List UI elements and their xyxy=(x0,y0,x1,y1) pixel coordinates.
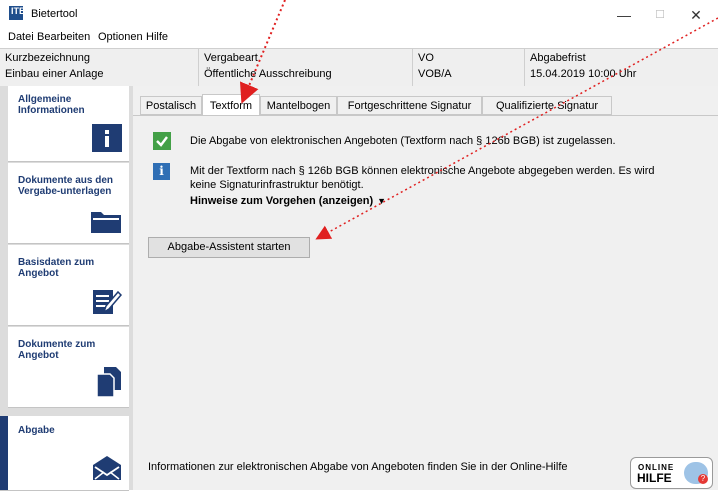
textform-allowed-message: Die Abgabe von elektronischen Angeboten … xyxy=(190,135,616,147)
info-vergabeart: Vergabeart Öffentliche Ausschreibung xyxy=(198,49,413,86)
tender-info-bar: Kurzbezeichnung Einbau einer Anlage Verg… xyxy=(0,48,718,87)
sidebar-item-label: Dokumente zum Angebot xyxy=(18,339,96,361)
maximize-button[interactable]: ☐ xyxy=(642,5,678,25)
documents-icon xyxy=(96,366,122,401)
help-badge: ? xyxy=(698,474,708,484)
close-button[interactable]: ✕ xyxy=(678,5,714,25)
abgabefrist-label: Abgabefrist xyxy=(530,52,586,64)
sidebar-item-label: Dokumente aus den Vergabe-unterlagen xyxy=(18,175,114,197)
sidebar-item-abgabe[interactable]: Abgabe xyxy=(0,416,129,491)
online-help-info: Informationen zur elektronischen Abgabe … xyxy=(148,461,568,473)
info-icon xyxy=(92,124,122,155)
hinweise-toggle[interactable]: Hinweise zum Vorgehen (anzeigen) ▼ xyxy=(190,195,386,207)
minimize-button[interactable]: — xyxy=(606,5,642,25)
menu-bearbeiten[interactable]: Bearbeiten xyxy=(37,31,90,43)
window-title: Bietertool xyxy=(31,8,78,20)
sidebar-item-dokumente-angebot[interactable]: Dokumente zum Angebot xyxy=(8,327,129,408)
hinweise-label: Hinweise zum Vorgehen (anzeigen) xyxy=(190,195,374,207)
sidebar-item-allgemeine-informationen[interactable]: Allgemeine Informationen xyxy=(8,86,129,162)
menu-hilfe[interactable]: Hilfe xyxy=(146,31,168,43)
info-abgabefrist: Abgabefrist 15.04.2019 10:00 Uhr xyxy=(524,49,718,86)
sidebar-item-label: Basisdaten zum Angebot xyxy=(18,257,95,279)
abgabe-assistent-button[interactable]: Abgabe-Assistent starten xyxy=(148,237,310,258)
tab-mantelbogen[interactable]: Mantelbogen xyxy=(260,96,337,115)
sidebar-item-label: Allgemeine Informationen xyxy=(18,94,85,116)
title-bar: ITB Bietertool — ☐ ✕ xyxy=(0,0,718,30)
sidebar: Allgemeine Informationen Dokumente aus d… xyxy=(0,86,133,491)
menu-optionen[interactable]: Optionen xyxy=(98,31,143,43)
kurzbezeichnung-value: Einbau einer Anlage xyxy=(5,68,104,80)
app-logo-icon: ITB xyxy=(9,6,26,20)
vo-value: VOB/A xyxy=(418,68,452,80)
checkmark-icon xyxy=(153,132,171,150)
sidebar-item-label: Abgabe xyxy=(18,425,55,436)
main-panel: Postalisch Textform Mantelbogen Fortgesc… xyxy=(133,86,718,490)
vo-label: VO xyxy=(418,52,434,64)
online-help-button[interactable]: ONLINE HILFE ? xyxy=(630,457,713,489)
sidebar-item-basisdaten-angebot[interactable]: Basisdaten zum Angebot xyxy=(8,245,129,326)
tab-divider xyxy=(133,115,718,116)
tab-qualifizierte-signatur[interactable]: Qualifizierte Signatur xyxy=(482,96,612,115)
info-vo: VO VOB/A xyxy=(412,49,525,86)
active-indicator xyxy=(0,416,8,490)
menu-bar: Datei Bearbeiten Optionen Hilfe xyxy=(0,30,718,46)
sidebar-item-dokumente-vergabeunterlagen[interactable]: Dokumente aus den Vergabe-unterlagen xyxy=(8,163,129,244)
help-person-icon: ? xyxy=(684,462,708,484)
tab-postalisch[interactable]: Postalisch xyxy=(140,96,202,115)
kurzbezeichnung-label: Kurzbezeichnung xyxy=(5,52,91,64)
info-icon: i xyxy=(153,163,170,180)
folder-icon xyxy=(90,206,122,237)
vergabeart-value: Öffentliche Ausschreibung xyxy=(204,68,332,80)
abgabefrist-value: 15.04.2019 10:00 Uhr xyxy=(530,68,637,80)
textform-info-line2: keine Signaturinfrastruktur benötigt. xyxy=(190,179,364,191)
vergabeart-label: Vergabeart xyxy=(204,52,258,64)
tab-fortgeschrittene-signatur[interactable]: Fortgeschrittene Signatur xyxy=(337,96,482,115)
envelope-icon xyxy=(92,455,122,484)
edit-icon xyxy=(92,286,123,319)
info-kurzbezeichnung: Kurzbezeichnung Einbau einer Anlage xyxy=(0,49,198,86)
hilfe-label: HILFE xyxy=(637,471,672,485)
chevron-down-icon: ▼ xyxy=(377,196,387,206)
menu-datei[interactable]: Datei xyxy=(8,31,34,43)
tab-textform[interactable]: Textform xyxy=(202,94,260,116)
textform-info-line1: Mit der Textform nach § 126b BGB können … xyxy=(190,165,655,177)
